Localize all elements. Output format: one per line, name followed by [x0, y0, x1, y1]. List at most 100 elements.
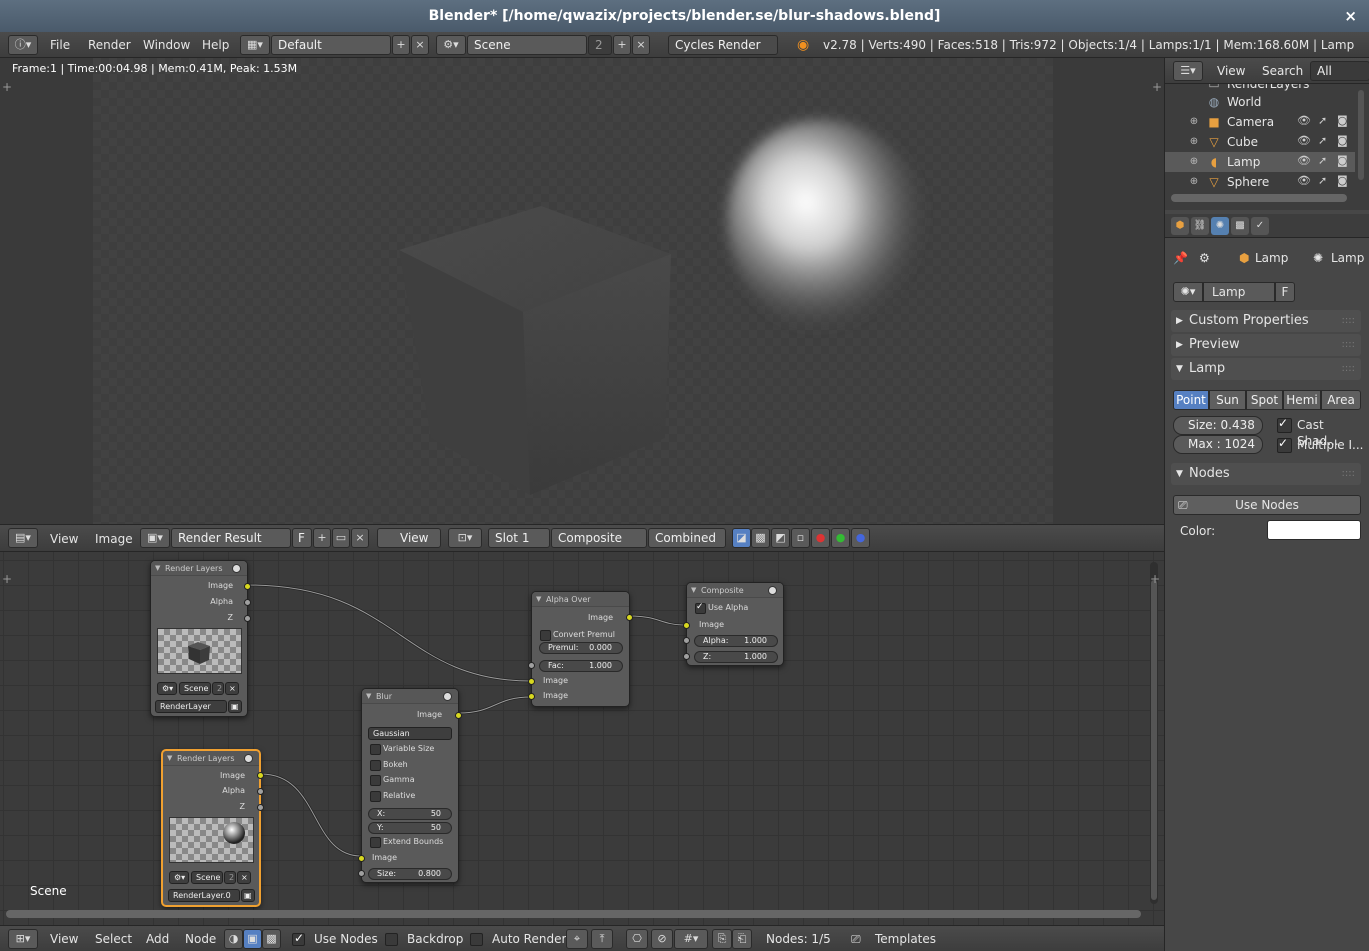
node-header[interactable]: Composite [687, 583, 783, 598]
input-image-1-socket[interactable] [528, 678, 535, 685]
node-header[interactable]: Alpha Over [532, 592, 629, 607]
node-menu-select[interactable]: Select [95, 926, 132, 951]
horizontal-scrollbar[interactable] [6, 910, 1141, 918]
alpha-icon[interactable]: ◩ [771, 528, 790, 548]
render-layer-select[interactable]: RenderLayer.0 [168, 889, 240, 902]
node-header[interactable]: Render Layers [151, 561, 247, 576]
image-browse-icon[interactable]: ▣▾ [140, 528, 170, 548]
z-buffer-icon[interactable]: ▫ [791, 528, 810, 548]
parent-tree-icon[interactable]: ⤒ [591, 929, 613, 949]
editor-type-node-icon[interactable]: ⊞▾ [8, 929, 38, 949]
use-alpha-checkbox[interactable]: Use Alpha [695, 601, 748, 614]
node-blur[interactable]: Blur Image Gaussian Variable Size Bokeh … [358, 688, 462, 883]
editor-type-info-icon[interactable]: ⓘ▾ [8, 35, 38, 55]
add-scene-icon[interactable]: + [613, 35, 631, 55]
selectable-cursor-icon[interactable]: ➚ [1318, 174, 1327, 187]
menu-file[interactable]: File [50, 32, 70, 58]
expand-icon[interactable]: ⊕ [1187, 135, 1201, 149]
selectable-cursor-icon[interactable]: ➚ [1318, 114, 1327, 127]
delete-scene-icon[interactable]: × [632, 35, 650, 55]
expand-icon[interactable]: ⊕ [1187, 155, 1201, 169]
lamp-type-area[interactable]: Area [1321, 390, 1361, 410]
input-image-socket[interactable] [358, 855, 365, 862]
backdrop-checkbox[interactable] [385, 933, 398, 946]
output-z-socket[interactable] [244, 615, 251, 622]
renderable-camera-icon[interactable]: ◙ [1337, 114, 1348, 127]
visibility-eye-icon[interactable]: 👁 [1297, 154, 1311, 167]
section-preview[interactable]: ▶ Preview:::: [1171, 334, 1361, 356]
menu-window[interactable]: Window [143, 32, 190, 58]
variable-size-checkbox[interactable]: Variable Size [370, 743, 434, 755]
outliner-item-world[interactable]: ◍ World [1165, 92, 1355, 112]
blur-filter-select[interactable]: Gaussian [368, 727, 452, 740]
composite-z-field[interactable]: Z: 1.000 [694, 651, 778, 663]
node-menu-view[interactable]: View [50, 926, 78, 951]
extend-bounds-checkbox[interactable]: Extend Bounds [370, 836, 443, 848]
node-preview-icon[interactable] [768, 586, 777, 595]
blur-x-field[interactable]: X: 50 [368, 808, 452, 820]
output-image-socket[interactable] [455, 712, 462, 719]
use-nodes-checkbox[interactable] [292, 931, 305, 946]
node-render-layers-selected[interactable]: Render Layers Image Alpha Z ⚙▾ Scene 2 ×… [161, 749, 264, 907]
render-pass-select[interactable]: Combined [648, 528, 726, 548]
lamp-type-point[interactable]: Point [1173, 390, 1209, 410]
visibility-eye-icon[interactable]: 👁 [1297, 174, 1311, 187]
renderable-camera-icon[interactable]: ◙ [1337, 174, 1348, 187]
node-render-layers[interactable]: Render Layers Image Alpha Z ⚙▾ Scene 2 ×… [150, 560, 251, 717]
pin-icon[interactable]: 📌 [1173, 248, 1188, 268]
section-custom-properties[interactable]: ▶ Custom Properties:::: [1171, 310, 1361, 332]
multiple-importance-checkbox[interactable]: Multiple I... [1275, 435, 1363, 453]
lamp-size-field[interactable]: Size: 0.438 [1173, 416, 1263, 435]
render-layer-icon[interactable]: ▣ [241, 889, 255, 902]
outliner-h-scrollbar[interactable] [1171, 194, 1347, 202]
screen-layout-field[interactable]: Default [271, 35, 391, 55]
editor-type-outliner-icon[interactable]: ☰▾ [1173, 61, 1203, 81]
texture-tab-icon[interactable]: ▩ [1231, 217, 1249, 235]
expand-icon[interactable]: ⊕ [1187, 115, 1201, 129]
unlink-image-icon[interactable]: × [351, 528, 369, 548]
shader-tree-icon[interactable]: ◑ [224, 929, 243, 949]
screen-layout-icon[interactable]: ▦▾ [240, 35, 270, 55]
cast-shadow-checkbox[interactable]: Cast Shad... [1275, 415, 1369, 448]
view-mode-select[interactable]: View [377, 528, 441, 548]
image-editor-viewport[interactable]: Frame:1 | Time:00:04.98 | Mem:0.41M, Pea… [0, 58, 1164, 524]
lamp-color-swatch[interactable] [1267, 520, 1361, 540]
vertical-scrollbar-thumb[interactable] [1151, 580, 1157, 900]
drag-grip-icon[interactable]: :::: [1342, 334, 1355, 356]
renderable-camera-icon[interactable]: ◙ [1337, 134, 1348, 147]
pivot-select-icon[interactable]: ⊡▾ [448, 528, 482, 548]
snap-target-icon[interactable]: #▾ [674, 929, 708, 949]
constraints-tab-icon[interactable]: ⛓ [1191, 217, 1209, 235]
node-preview-icon[interactable] [232, 564, 241, 573]
new-image-icon[interactable]: + [313, 528, 331, 548]
fac-field[interactable]: Fac: 1.000 [539, 660, 623, 672]
snap-toggle-icon[interactable]: ⊘ [651, 929, 673, 949]
lamp-type-hemi[interactable]: Hemi [1283, 390, 1321, 410]
lamp-type-sun[interactable]: Sun [1209, 390, 1246, 410]
gamma-checkbox[interactable]: Gamma [370, 774, 415, 786]
drag-grip-icon[interactable]: :::: [1342, 310, 1355, 332]
node-editor[interactable]: Render Layers Image Alpha Z ⚙▾ Scene 2 ×… [0, 552, 1164, 925]
input-size-socket[interactable] [358, 870, 365, 877]
input-z-socket[interactable] [683, 653, 690, 660]
blur-y-field[interactable]: Y: 50 [368, 822, 452, 834]
output-image-socket[interactable] [244, 583, 251, 590]
lamp-data-tab-icon[interactable]: ✺ [1211, 217, 1229, 235]
pin-icon[interactable]: ⌖ [566, 929, 588, 949]
blur-size-field[interactable]: Size: 0.800 [368, 868, 452, 880]
lamp-max-bounces-field[interactable]: Max : 1024 [1173, 435, 1263, 454]
convert-premul-checkbox[interactable]: Convert Premul [540, 629, 615, 641]
scene-select[interactable]: Scene [191, 871, 223, 884]
input-fac-socket[interactable] [528, 662, 535, 669]
outliner[interactable]: ▭ RenderLayers ◍ World ⊕ ■ Camera ⊕ ▽ Cu… [1165, 84, 1369, 210]
region-expand-icon[interactable]: + [2, 572, 12, 586]
node-preview-icon[interactable] [244, 754, 253, 763]
outliner-menu-search[interactable]: Search [1262, 58, 1303, 84]
editor-type-image-icon[interactable]: ▤▾ [8, 528, 38, 548]
input-alpha-socket[interactable] [683, 637, 690, 644]
visibility-eye-icon[interactable]: 👁 [1297, 114, 1311, 127]
render-layer-select[interactable]: RenderLayer [155, 700, 227, 713]
slot-select[interactable]: Slot 1 [488, 528, 550, 548]
scene-icon[interactable]: ⚙▾ [436, 35, 466, 55]
outliner-menu-view[interactable]: View [1217, 58, 1245, 84]
